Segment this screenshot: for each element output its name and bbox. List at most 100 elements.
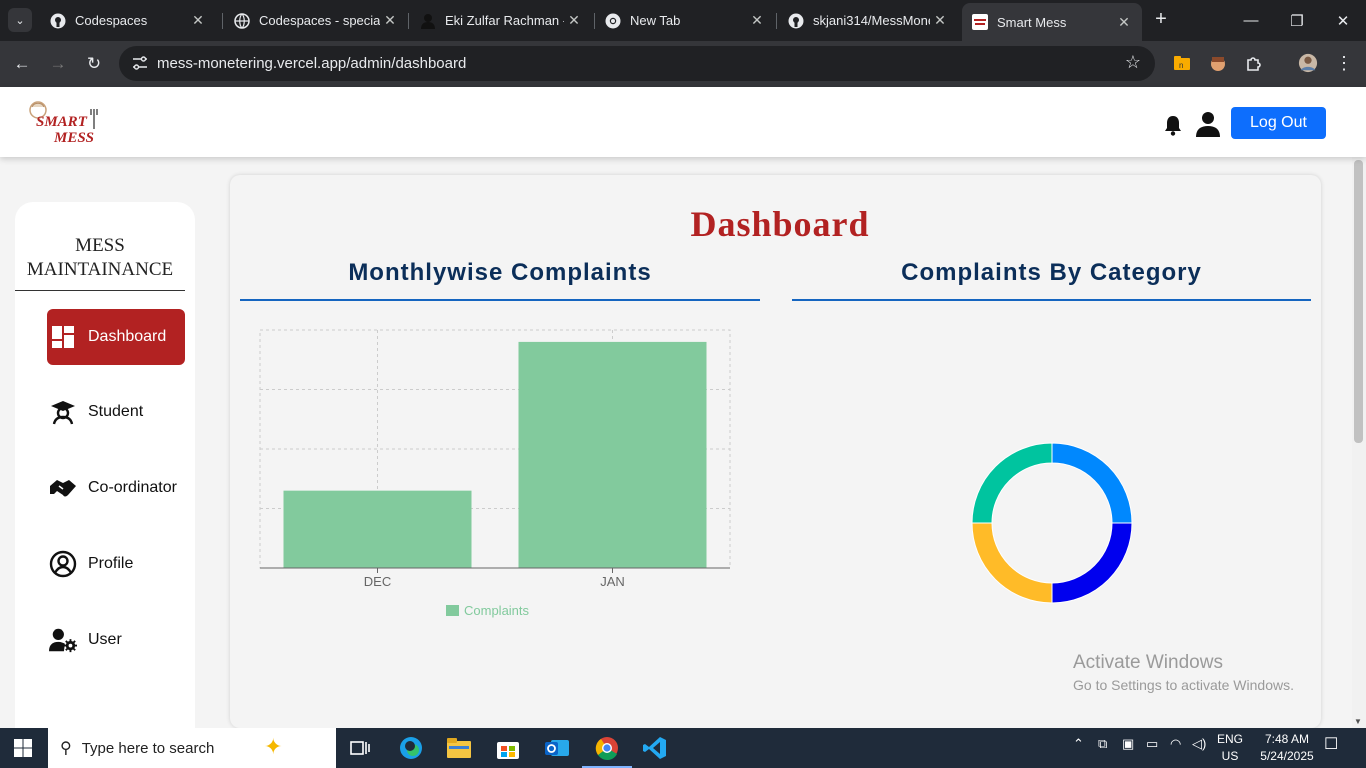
- browser-toolbar: ← → ↻ mess-monetering.vercel.app/admin/d…: [0, 41, 1366, 87]
- copilot-sparkle-icon: ✦: [264, 734, 283, 759]
- show-hidden-icons[interactable]: ⌃: [1073, 736, 1084, 752]
- wifi-icon[interactable]: ◠: [1170, 736, 1181, 752]
- category-complaints-title: Complaints By Category: [792, 259, 1311, 301]
- donut-slice: [1051, 522, 1133, 604]
- chart-x-tick-label: DEC: [364, 574, 391, 589]
- sidebar-item-label: User: [88, 631, 122, 648]
- scroll-down-icon[interactable]: ▼: [1354, 717, 1362, 726]
- user-gear-icon: [49, 626, 77, 654]
- donut-slice: [971, 442, 1053, 524]
- meet-now-icon[interactable]: ▣: [1122, 736, 1134, 752]
- sidebar-title: MESS MAINTAINANCE: [15, 234, 185, 291]
- tab-search-button[interactable]: ⌄: [8, 8, 32, 32]
- vscode-icon[interactable]: [641, 734, 669, 762]
- close-tab-icon[interactable]: ✕: [930, 12, 950, 29]
- smart-mess-logo[interactable]: SMART MESS: [24, 97, 104, 147]
- forward-icon[interactable]: →: [45, 51, 71, 77]
- tab-codespaces-special[interactable]: Codespaces - special ✕: [224, 6, 408, 35]
- close-tab-icon[interactable]: ✕: [380, 12, 400, 29]
- complaints-by-category-donut-chart: [971, 442, 1133, 604]
- dashboard-card: Dashboard Monthlywise Complaints Complai…: [230, 175, 1321, 728]
- outlook-icon[interactable]: [543, 734, 571, 762]
- input-language[interactable]: ENG US: [1214, 731, 1246, 765]
- extensions-puzzle-icon[interactable]: [1244, 53, 1264, 73]
- dashboard-icon: [49, 323, 77, 351]
- close-tab-icon[interactable]: ✕: [1114, 14, 1134, 31]
- sidebar-item-label: Profile: [88, 555, 134, 572]
- sidebar-item-label: Co-ordinator: [88, 479, 177, 496]
- logout-button[interactable]: Log Out: [1231, 107, 1326, 139]
- tab-title: Codespaces: [75, 13, 148, 28]
- tab-skjani314[interactable]: skjani314/MessMone ✕: [778, 6, 958, 35]
- donut-slice: [971, 522, 1053, 604]
- monthly-complaints-title: Monthlywise Complaints: [240, 259, 760, 301]
- restore-icon[interactable]: ❐: [1274, 0, 1320, 41]
- handshake-icon: [49, 474, 77, 502]
- sidebar-item-dashboard[interactable]: Dashboard: [47, 309, 185, 365]
- region-code: US: [1221, 749, 1239, 763]
- tab-title: Smart Mess: [997, 14, 1067, 30]
- page-title: Dashboard: [690, 204, 870, 244]
- chrome-icon: [605, 13, 621, 29]
- close-tab-icon[interactable]: ✕: [564, 12, 584, 29]
- svg-text:SMART: SMART: [36, 114, 88, 130]
- network-device-icon[interactable]: ⧉: [1098, 736, 1107, 752]
- clock-date: 5/24/2025: [1260, 749, 1314, 763]
- tab-title: skjani314/MessMone: [813, 13, 930, 28]
- sidebar-item-student[interactable]: Student: [47, 384, 185, 440]
- profile-avatar-icon[interactable]: [1298, 53, 1318, 73]
- address-bar[interactable]: mess-monetering.vercel.app/admin/dashboa…: [119, 46, 1155, 81]
- tab-smart-mess[interactable]: Smart Mess ✕: [962, 3, 1142, 41]
- activate-windows-hint: Go to Settings to activate Windows.: [1073, 677, 1294, 693]
- smart-mess-favicon: [972, 14, 988, 30]
- donut-slice: [1051, 442, 1133, 524]
- battery-icon[interactable]: ▭: [1146, 736, 1158, 752]
- browser-menu-icon[interactable]: ⋮: [1334, 53, 1354, 73]
- close-tab-icon[interactable]: ✕: [747, 12, 767, 29]
- new-tab-button[interactable]: +: [1150, 8, 1172, 32]
- file-explorer-icon[interactable]: [445, 734, 473, 762]
- tab-eki-zulfar[interactable]: Eki Zulfar Rachman - ✕: [410, 6, 592, 35]
- windows-taskbar: ⚲ Type here to search ✦ ⌃ ⧉ ▣ ▭ ◠ ◁) ENG…: [0, 728, 1366, 768]
- tab-title: Codespaces - special: [259, 13, 380, 28]
- globe-icon: [234, 12, 250, 29]
- sidebar: MESS MAINTAINANCE Dashboard Student Co-o…: [15, 202, 195, 728]
- extension-avatar-icon[interactable]: [1208, 53, 1228, 73]
- close-tab-icon[interactable]: ✕: [188, 12, 208, 29]
- github-icon: [50, 13, 66, 29]
- back-icon[interactable]: ←: [9, 51, 35, 77]
- windows-start-icon[interactable]: [14, 739, 32, 757]
- tab-new-tab[interactable]: New Tab ✕: [595, 6, 775, 35]
- notification-bell-icon[interactable]: [1163, 114, 1183, 136]
- scrollbar-thumb[interactable]: [1354, 160, 1363, 443]
- sidebar-item-profile[interactable]: Profile: [47, 536, 185, 592]
- bookmark-star-icon[interactable]: ☆: [1125, 52, 1141, 73]
- edge-browser-icon[interactable]: [397, 734, 425, 762]
- browser-tab-strip: ⌄ Codespaces ✕ Codespaces - special ✕ Ek…: [0, 0, 1366, 41]
- taskbar-clock[interactable]: 7:48 AM 5/24/2025: [1252, 731, 1322, 765]
- chart-legend-swatch: [446, 605, 459, 616]
- search-icon: ⚲: [60, 740, 72, 757]
- task-view-icon[interactable]: [346, 734, 374, 762]
- extension-folder-icon[interactable]: n: [1172, 53, 1192, 73]
- notification-center-icon[interactable]: ☐: [1324, 734, 1338, 754]
- github-icon: [788, 13, 804, 29]
- sidebar-item-user[interactable]: User: [47, 612, 185, 668]
- sidebar-item-label: Student: [88, 403, 144, 420]
- user-account-icon[interactable]: [1196, 111, 1220, 137]
- site-settings-icon[interactable]: [131, 55, 149, 71]
- activate-windows-watermark: Activate Windows: [1073, 652, 1223, 673]
- microsoft-store-icon[interactable]: [494, 734, 522, 762]
- close-window-icon[interactable]: ✕: [1320, 0, 1366, 41]
- taskbar-search-box[interactable]: ⚲ Type here to search ✦: [48, 728, 336, 768]
- page-scrollbar[interactable]: ▼: [1352, 157, 1366, 728]
- minimize-icon[interactable]: —: [1228, 0, 1274, 41]
- volume-icon[interactable]: ◁): [1192, 736, 1206, 752]
- tab-codespaces[interactable]: Codespaces ✕: [40, 6, 216, 35]
- chrome-taskbar-icon[interactable]: [593, 734, 621, 762]
- chart-legend-label: Complaints: [464, 603, 530, 618]
- reload-icon[interactable]: ↻: [81, 51, 107, 77]
- sidebar-item-coordinator[interactable]: Co-ordinator: [47, 460, 185, 516]
- chart-x-tick-label: JAN: [600, 574, 625, 589]
- chart-bar: [518, 341, 707, 568]
